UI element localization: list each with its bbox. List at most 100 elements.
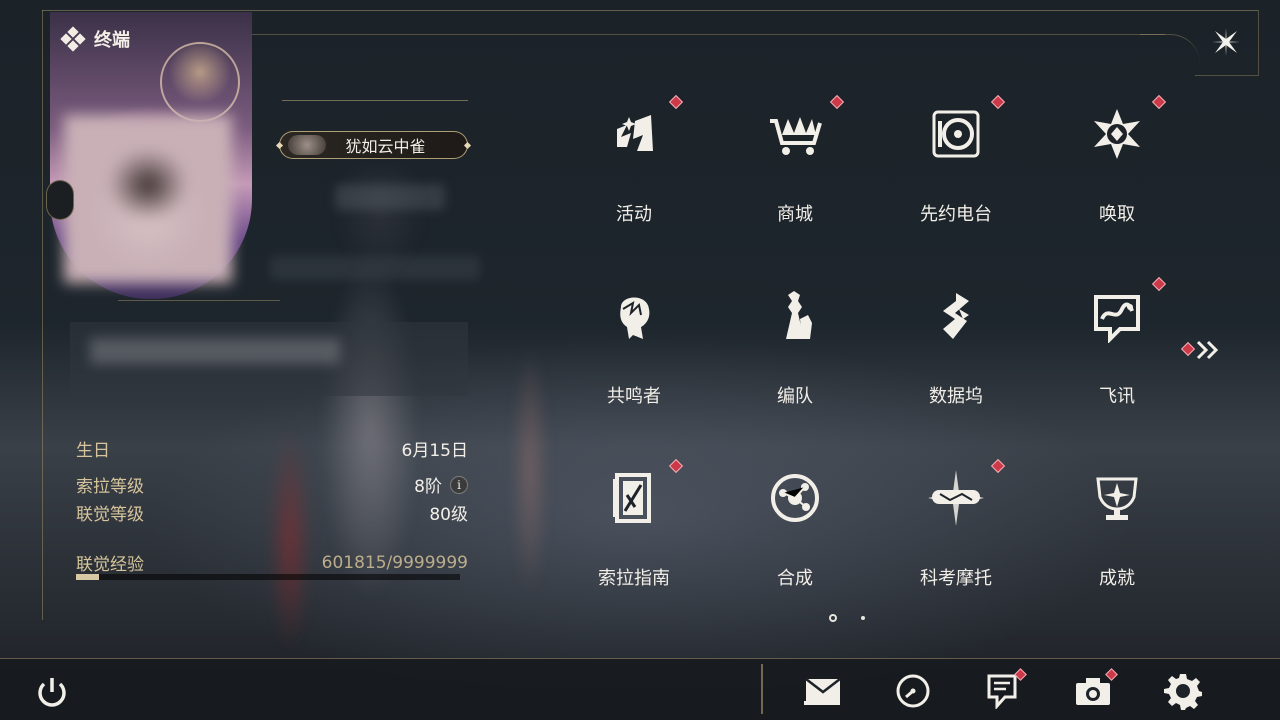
- clock-icon: [896, 674, 930, 708]
- name-divider: [282, 100, 468, 101]
- badge-ornament: [275, 141, 284, 150]
- menu-item-message[interactable]: 飞讯: [1037, 274, 1197, 424]
- menu-item-team[interactable]: 编队: [715, 274, 875, 424]
- mail-button[interactable]: [801, 670, 843, 712]
- menu-item-shop[interactable]: 商城: [715, 92, 875, 242]
- guide-book-icon: [604, 468, 664, 528]
- signature-blurred: [90, 338, 340, 364]
- stat-label: 生日: [76, 441, 110, 461]
- stat-value-wrap: 8阶 i: [414, 472, 468, 497]
- menu-grid: 活动 商城 先约电台 唤取 共鸣者 编队 数据坞 飞讯 索拉指南 合成 科考摩托…: [554, 92, 1194, 612]
- settings-button[interactable]: [1162, 670, 1204, 712]
- menu-item-data-bank[interactable]: 数据坞: [876, 274, 1036, 424]
- frame-line: [1195, 75, 1258, 76]
- exp-progress-bar: [76, 574, 460, 580]
- menu-label: 飞讯: [1099, 386, 1135, 407]
- menu-label: 商城: [777, 204, 813, 225]
- notification-badge: [990, 458, 1006, 474]
- stat-label: 联觉等级: [76, 505, 144, 525]
- title-badge-thumbnail: [288, 135, 326, 155]
- page-title: 终端: [94, 30, 130, 51]
- gear-icon: [1164, 674, 1202, 710]
- frame-line: [1140, 34, 1200, 76]
- menu-label: 数据坞: [929, 386, 983, 407]
- camera-icon: [1076, 678, 1110, 705]
- menu-label: 成就: [1099, 568, 1135, 589]
- title-badge[interactable]: 犹如云中雀: [275, 131, 472, 159]
- stat-value: 601815/9999999: [321, 552, 468, 573]
- notice-button[interactable]: [981, 668, 1027, 712]
- power-icon: [38, 678, 66, 707]
- menu-item-radio[interactable]: 先约电台: [876, 92, 1036, 242]
- menu-item-motorbike[interactable]: 科考摩托: [876, 456, 1036, 606]
- close-icon: [1212, 28, 1240, 56]
- convene-icon: [1087, 104, 1147, 164]
- title-badge-label: 犹如云中雀: [345, 137, 426, 156]
- menu-label: 科考摩托: [920, 568, 992, 589]
- synthesis-icon: [765, 468, 825, 528]
- frame-line: [250, 34, 1165, 35]
- menu-item-guide[interactable]: 索拉指南: [554, 456, 714, 606]
- trophy-icon: [1087, 468, 1147, 528]
- frame-line: [1258, 10, 1259, 76]
- notification-badge: [668, 458, 684, 474]
- menu-item-achievement[interactable]: 成就: [1037, 456, 1197, 606]
- power-button[interactable]: [32, 672, 72, 712]
- stat-birthday: 生日 6月15日: [76, 436, 468, 461]
- message-icon: [1087, 286, 1147, 346]
- exp-progress-fill: [76, 574, 100, 580]
- menu-label: 编队: [777, 386, 813, 407]
- activity-icon: [604, 104, 664, 164]
- stat-union-exp: 联觉经验 601815/9999999: [76, 550, 468, 576]
- info-icon[interactable]: i: [450, 475, 468, 494]
- notification-badge: [829, 94, 845, 110]
- frame-line: [42, 10, 1258, 11]
- notification-badge: [1180, 341, 1196, 357]
- page-indicator-active[interactable]: [829, 614, 837, 622]
- notice-icon: [987, 674, 1017, 709]
- stat-sol-level: 索拉等级 8阶 i: [76, 472, 468, 497]
- close-button[interactable]: [1206, 22, 1246, 62]
- notification-badge: [668, 94, 684, 110]
- stat-label: 索拉等级: [76, 477, 144, 497]
- menu-label: 索拉指南: [598, 568, 670, 589]
- player-name-blurred: [335, 184, 445, 210]
- badge-ornament: [463, 141, 472, 150]
- stat-value: 80级: [429, 505, 468, 525]
- team-icon: [765, 286, 825, 346]
- menu-label: 唤取: [1099, 204, 1135, 225]
- camera-button[interactable]: [1072, 668, 1118, 712]
- profile-ring-decoration: [160, 42, 240, 122]
- stat-value: 6月15日: [401, 441, 468, 461]
- avatar[interactable]: [64, 115, 232, 283]
- menu-label: 活动: [616, 204, 652, 225]
- stat-value: 8阶: [414, 477, 442, 497]
- page-indicator[interactable]: [861, 616, 865, 620]
- menu-item-synthesis[interactable]: 合成: [715, 456, 875, 606]
- stat-label: 联觉经验: [76, 555, 144, 575]
- profile-divider: [118, 300, 280, 301]
- menu-label: 先约电台: [920, 204, 992, 225]
- mail-icon: [804, 678, 841, 705]
- next-page-button[interactable]: [1180, 338, 1220, 362]
- frame-line: [42, 10, 43, 620]
- menu-item-convene[interactable]: 唤取: [1037, 92, 1197, 242]
- profile-side-knob: [46, 180, 74, 220]
- player-id-blurred: [270, 256, 480, 280]
- motorbike-icon: [926, 468, 986, 528]
- menu-item-resonator[interactable]: 共鸣者: [554, 274, 714, 424]
- menu-item-activity[interactable]: 活动: [554, 92, 714, 242]
- bottom-divider: [761, 664, 763, 714]
- clock-button[interactable]: [892, 670, 934, 712]
- resonator-icon: [604, 286, 664, 346]
- menu-label: 合成: [777, 568, 813, 589]
- shop-cart-icon: [765, 104, 825, 164]
- terminal-icon: [60, 26, 86, 52]
- terminal-header: 终端: [60, 26, 130, 52]
- data-bank-icon: [926, 286, 986, 346]
- background-character: [250, 170, 580, 690]
- radio-icon: [926, 104, 986, 164]
- notification-badge: [1151, 276, 1167, 292]
- notification-badge: [1151, 94, 1167, 110]
- double-chevron-right-icon: [1196, 340, 1219, 360]
